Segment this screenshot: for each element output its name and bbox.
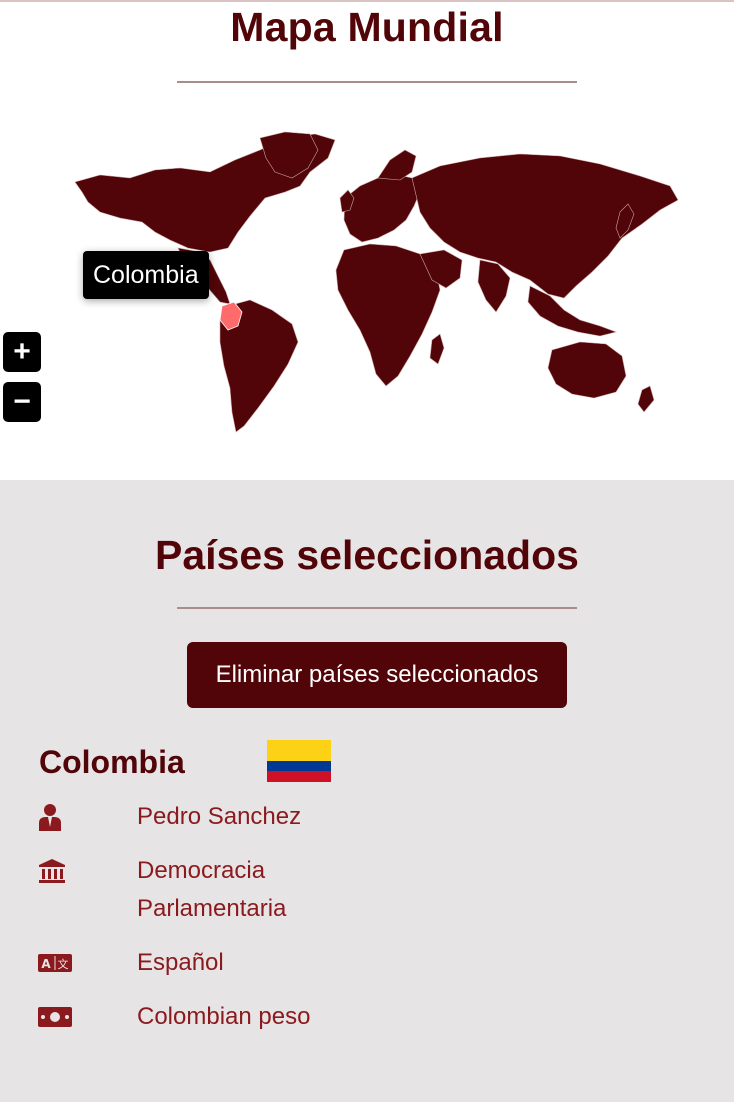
zoom-out-button[interactable]: − <box>3 382 41 422</box>
government-line1: Democracia <box>137 857 266 884</box>
zoom-in-button[interactable]: + <box>3 332 41 372</box>
map-title: Mapa Mundial <box>230 4 504 50</box>
australia <box>547 341 627 399</box>
currency-value: Colombian peso <box>137 1003 311 1030</box>
translate-icon: A 文 <box>38 949 72 977</box>
scandinavia <box>377 149 417 181</box>
map-title-divider <box>177 81 577 83</box>
landmark-icon <box>38 857 72 885</box>
government-line2: Parlamentaria <box>137 895 287 922</box>
person-suit-icon <box>38 803 72 831</box>
map-section: Mapa Mundial Colombia + − <box>0 0 734 480</box>
selected-title-divider <box>177 607 577 609</box>
language-value: Español <box>137 949 224 976</box>
colombia-flag <box>267 740 331 782</box>
selected-countries-section: Países seleccionados Eliminar países sel… <box>0 480 734 1102</box>
top-border <box>0 0 734 2</box>
country-name: Colombia <box>39 744 185 780</box>
svg-text:文: 文 <box>58 957 69 971</box>
africa <box>335 243 441 387</box>
new-zealand <box>637 385 655 413</box>
leader-value: Pedro Sanchez <box>137 803 302 830</box>
svg-text:A: A <box>41 957 51 971</box>
selected-title: Países seleccionados <box>155 532 579 578</box>
remove-selected-button[interactable]: Eliminar países seleccionados <box>187 642 567 708</box>
southeast-asia <box>527 285 618 337</box>
money-bill-icon <box>38 1003 72 1031</box>
country-tooltip: Colombia <box>83 251 209 299</box>
europe <box>343 173 421 243</box>
madagascar <box>429 333 445 365</box>
